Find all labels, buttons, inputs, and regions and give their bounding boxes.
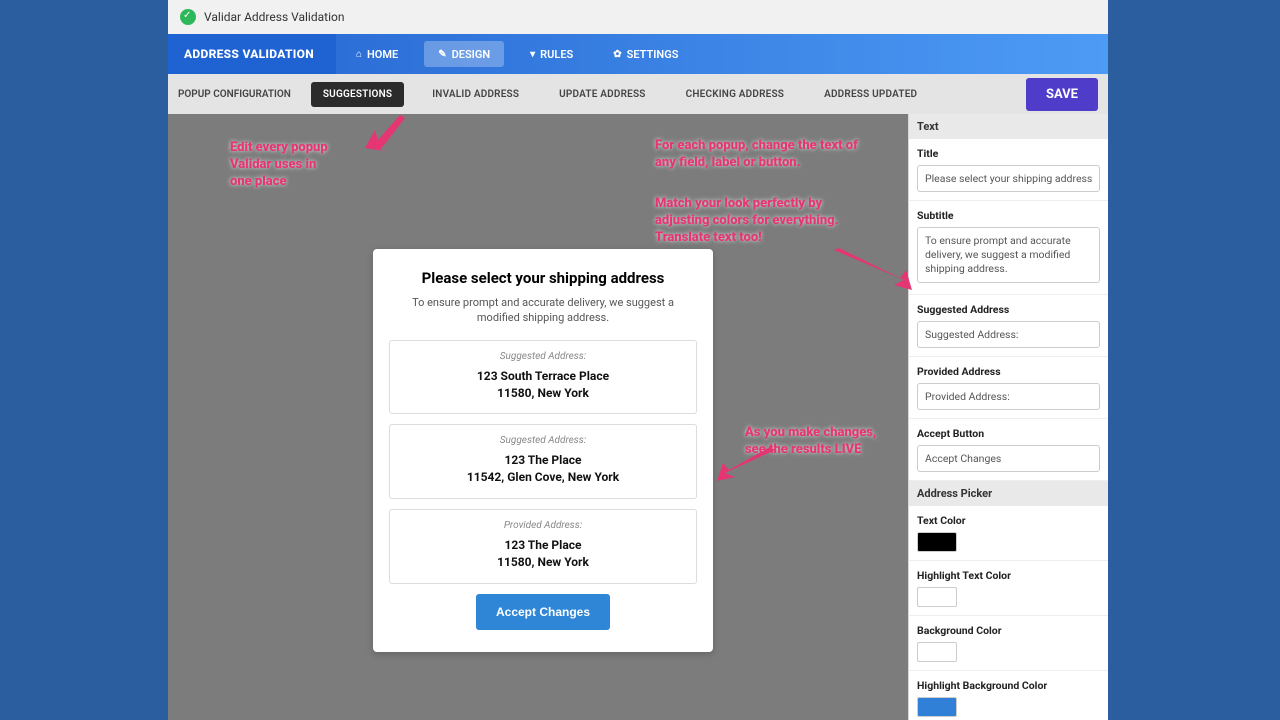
navbar: ADDRESS VALIDATION ⌂ HOME ✎ DESIGN ▾ RUL… [168, 34, 1108, 74]
address-caption: Provided Address: [398, 520, 688, 531]
save-button[interactable]: SAVE [1026, 78, 1098, 111]
tab-update-address[interactable]: UPDATE ADDRESS [547, 82, 657, 107]
nav-settings-label: SETTINGS [627, 48, 679, 61]
popup-title: Please select your shipping address [389, 269, 697, 287]
side-panel: Text Title Subtitle Suggested Address Pr… [908, 114, 1108, 720]
label-provided: Provided Address [917, 365, 1100, 378]
address-line1: 123 The Place [398, 537, 688, 554]
label-highlight-text-color: Highlight Text Color [917, 569, 1100, 582]
swatch-highlight-bg-color[interactable] [917, 697, 957, 717]
tab-address-updated[interactable]: ADDRESS UPDATED [812, 82, 929, 107]
gear-icon: ✿ [613, 49, 621, 60]
preview-canvas: Please select your shipping address To e… [168, 114, 908, 720]
address-caption: Suggested Address: [398, 351, 688, 362]
nav-design-label: DESIGN [452, 48, 491, 61]
label-text-color: Text Color [917, 514, 1100, 527]
address-caption: Suggested Address: [398, 435, 688, 446]
section-address-picker: Address Picker [909, 481, 1108, 506]
tabbar-label: POPUP CONFIGURATION [178, 89, 291, 100]
nav-home-label: HOME [367, 48, 398, 61]
app-title: Validar Address Validation [204, 10, 344, 24]
nav-title: ADDRESS VALIDATION [168, 34, 336, 74]
swatch-highlight-text-color[interactable] [917, 587, 957, 607]
nav-home[interactable]: ⌂ HOME [342, 41, 412, 67]
address-option-2[interactable]: Suggested Address: 123 The Place 11542, … [389, 424, 697, 499]
address-line2: 11542, Glen Cove, New York [398, 469, 688, 486]
input-provided[interactable] [917, 383, 1100, 410]
accept-button[interactable]: Accept Changes [476, 594, 610, 630]
nav-rules[interactable]: ▾ RULES [516, 41, 587, 67]
design-icon: ✎ [438, 49, 446, 60]
label-highlight-bg-color: Highlight Background Color [917, 679, 1100, 692]
label-bg-color: Background Color [917, 624, 1100, 637]
label-subtitle: Subtitle [917, 209, 1100, 222]
swatch-text-color[interactable] [917, 532, 957, 552]
filter-icon: ▾ [530, 49, 535, 60]
label-title: Title [917, 147, 1100, 160]
popup-preview: Please select your shipping address To e… [373, 249, 713, 652]
nav-settings[interactable]: ✿ SETTINGS [599, 41, 692, 67]
swatch-bg-color[interactable] [917, 642, 957, 662]
shield-icon [180, 9, 196, 25]
address-line2: 11580, New York [398, 554, 688, 571]
label-suggested: Suggested Address [917, 303, 1100, 316]
tab-invalid-address[interactable]: INVALID ADDRESS [420, 82, 531, 107]
home-icon: ⌂ [356, 49, 362, 60]
address-option-1[interactable]: Suggested Address: 123 South Terrace Pla… [389, 340, 697, 415]
nav-design[interactable]: ✎ DESIGN [424, 41, 504, 67]
tabbar: POPUP CONFIGURATION SUGGESTIONS INVALID … [168, 74, 1108, 114]
popup-subtitle: To ensure prompt and accurate delivery, … [389, 295, 697, 326]
section-text: Text [909, 114, 1108, 139]
tab-suggestions[interactable]: SUGGESTIONS [311, 82, 404, 107]
tab-checking-address[interactable]: CHECKING ADDRESS [674, 82, 797, 107]
input-title[interactable] [917, 165, 1100, 192]
address-option-3[interactable]: Provided Address: 123 The Place 11580, N… [389, 509, 697, 584]
address-line1: 123 South Terrace Place [398, 368, 688, 385]
input-subtitle[interactable] [917, 227, 1100, 283]
label-accept: Accept Button [917, 427, 1100, 440]
address-line2: 11580, New York [398, 385, 688, 402]
address-line1: 123 The Place [398, 452, 688, 469]
input-accept[interactable] [917, 445, 1100, 472]
nav-rules-label: RULES [540, 48, 573, 61]
topbar: Validar Address Validation [168, 0, 1108, 34]
input-suggested[interactable] [917, 321, 1100, 348]
